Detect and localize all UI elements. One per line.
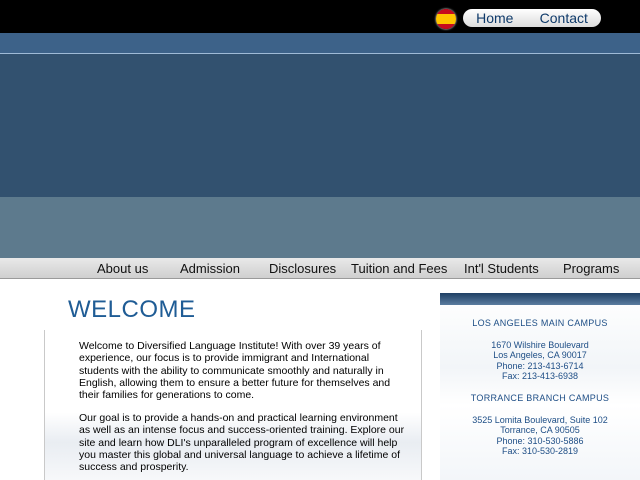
campus-address: 1670 Wilshire Boulevard: [491, 339, 589, 350]
main-nav: About us Admission Disclosures Tuition a…: [0, 258, 640, 279]
home-link[interactable]: Home: [476, 9, 513, 27]
nav-intl-students[interactable]: Int'l Students: [464, 258, 539, 278]
welcome-paragraph-1: Welcome to Diversified Language Institut…: [79, 340, 391, 402]
campus-los-angeles: LOS ANGELES MAIN CAMPUS 1670 Wilshire Bo…: [440, 318, 640, 382]
campus-torrance: TORRANCE BRANCH CAMPUS 3525 Lomita Boule…: [440, 393, 640, 457]
nav-programs[interactable]: Programs: [563, 258, 619, 278]
campus-city: Torrance, CA 90505: [500, 425, 580, 435]
campus-title: TORRANCE BRANCH CAMPUS: [470, 393, 610, 403]
sidebar-header-bar: [440, 293, 640, 305]
contact-link[interactable]: Contact: [540, 9, 588, 27]
campus-title: LOS ANGELES MAIN CAMPUS: [472, 318, 608, 328]
nav-tuition-and-fees[interactable]: Tuition and Fees: [351, 258, 447, 278]
campus-fax: Fax: 310-530-2819: [501, 446, 579, 456]
welcome-paragraph-2: Our goal is to provide a hands-on and pr…: [79, 412, 405, 474]
hero-top-strip: [0, 33, 640, 54]
campus-city: Los Angeles, CA 90017: [493, 350, 587, 360]
nav-admission[interactable]: Admission: [180, 258, 240, 278]
campus-phone: Phone: 310-530-5886: [496, 435, 584, 446]
top-links: Home Contact: [463, 9, 601, 27]
campus-fax: Fax: 213-413-6938: [501, 371, 579, 381]
page-title: WELCOME: [68, 296, 196, 323]
nav-about-us[interactable]: About us: [97, 258, 148, 278]
hero-lower-band: [0, 197, 640, 258]
campus-phone: Phone: 213-413-6714: [496, 360, 584, 371]
top-bar: Home Contact: [0, 0, 640, 33]
campus-address: 3525 Lomita Boulevard, Suite 102: [472, 414, 608, 425]
hero-banner: [0, 54, 640, 197]
nav-disclosures[interactable]: Disclosures: [269, 258, 336, 278]
spain-flag-icon[interactable]: [436, 9, 456, 29]
